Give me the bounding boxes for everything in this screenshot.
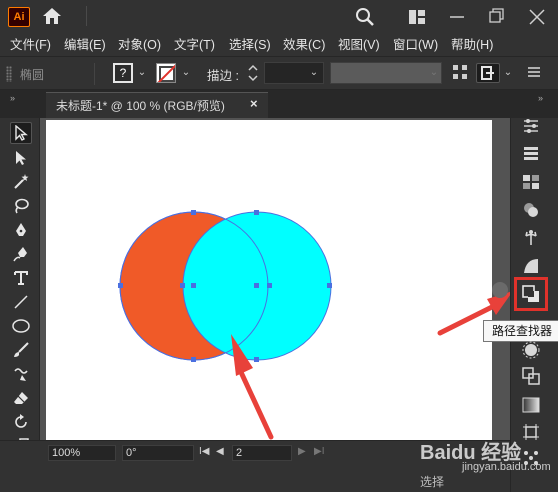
swatches-icon[interactable] (521, 172, 541, 192)
next-artboard-button[interactable]: ▶ (298, 446, 306, 457)
symbols-icon[interactable] (521, 228, 541, 248)
gradient-shape-icon[interactable] (521, 256, 541, 276)
baidu-watermark: Baidu 经验 jingyan.baidu.com (420, 436, 558, 476)
layers-icon[interactable] (521, 143, 541, 163)
zoom-select[interactable]: 100% (48, 445, 116, 461)
last-artboard-button[interactable]: ▶I (314, 446, 324, 457)
first-artboard-button[interactable]: I◀ (199, 446, 209, 457)
watermark-subtext: jingyan.baidu.com (462, 461, 551, 473)
previous-artboard-button[interactable]: ◀ (216, 446, 224, 457)
color-guide-icon[interactable] (521, 340, 541, 360)
transparency-icon[interactable] (521, 366, 541, 386)
gradient-icon[interactable] (521, 395, 541, 415)
appearance-icon[interactable] (521, 200, 541, 220)
pathfinder-icon[interactable] (521, 284, 541, 304)
properties-icon[interactable] (521, 116, 541, 136)
artboard-number-field[interactable]: 2 (232, 445, 292, 461)
artwork-layer (118, 210, 513, 440)
pathfinder-tooltip: 路径查找器 (483, 320, 558, 342)
vertical-scroll-thumb[interactable] (492, 282, 508, 298)
rotation-select[interactable]: 0° (122, 445, 194, 461)
